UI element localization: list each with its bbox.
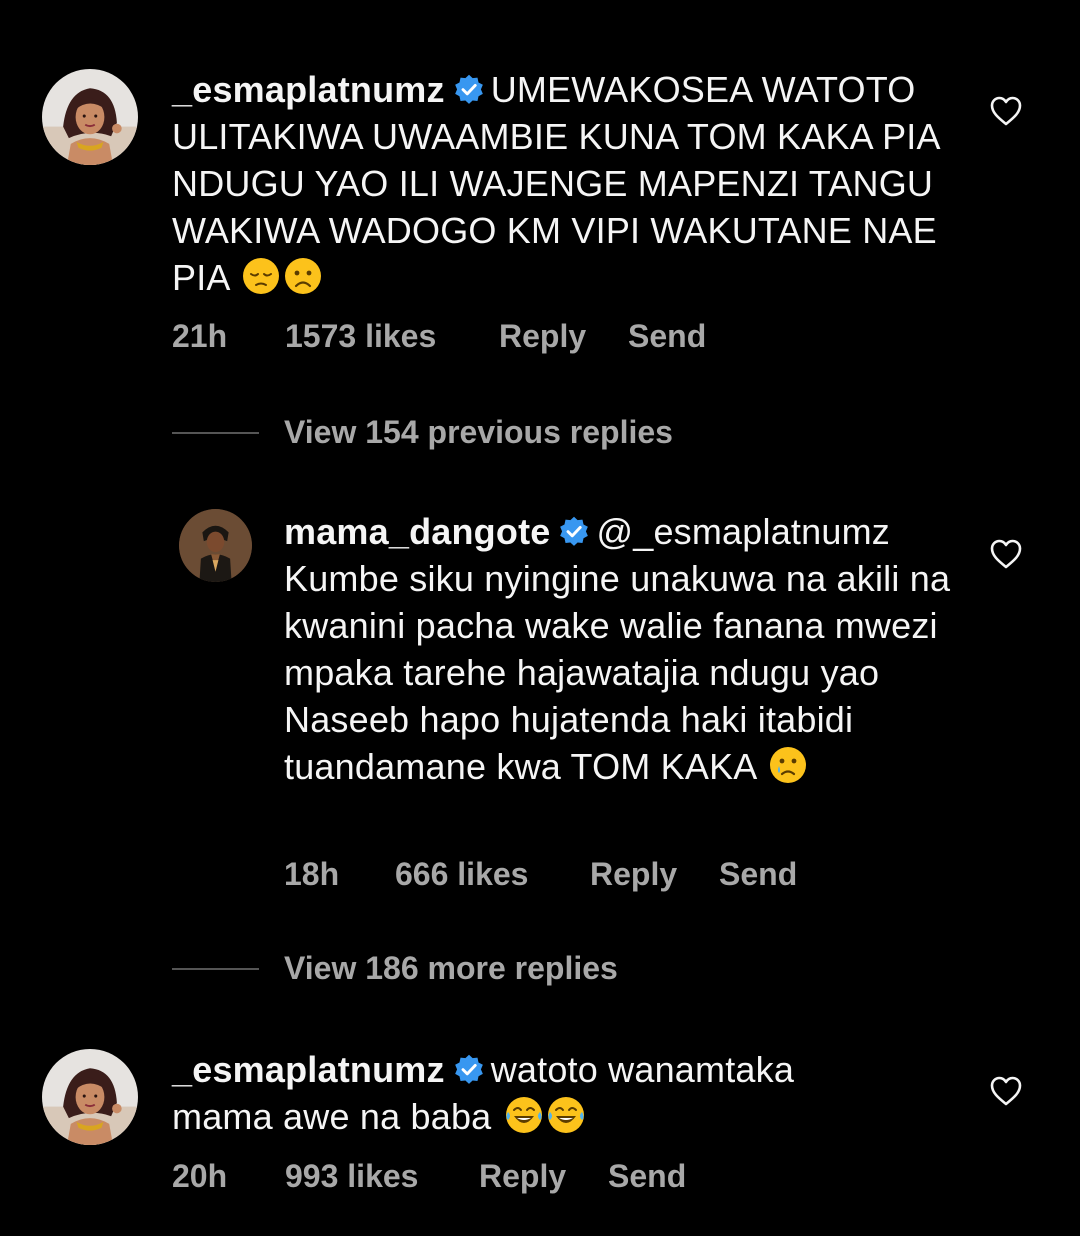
- avatar[interactable]: [179, 509, 252, 582]
- comment-meta: 21h 1573 likes Reply Send: [172, 318, 772, 358]
- comment-text: Kumbe siku nyingine unakuwa na akili na …: [284, 558, 951, 787]
- send-button[interactable]: Send: [628, 318, 706, 355]
- likes-count[interactable]: 1573 likes: [285, 318, 436, 355]
- divider-line: [172, 432, 259, 434]
- divider-line: [172, 968, 259, 970]
- like-heart-icon[interactable]: [989, 538, 1023, 570]
- comment-meta: 18h 666 likes Reply Send: [284, 856, 884, 896]
- username[interactable]: _esmaplatnumz: [172, 1049, 445, 1090]
- frowning-face-icon: [283, 256, 323, 296]
- profile-photo-icon: [42, 1049, 138, 1145]
- pensive-face-icon: [241, 256, 281, 296]
- like-heart-icon[interactable]: [989, 1075, 1023, 1107]
- tears-of-joy-icon: [546, 1095, 586, 1135]
- like-heart-icon[interactable]: [989, 95, 1023, 127]
- send-button[interactable]: Send: [608, 1158, 686, 1195]
- likes-count[interactable]: 993 likes: [285, 1158, 418, 1195]
- comment-text-block: _esmaplatnumz UMEWAKOSEA WATOTO ULITAKIWA…: [172, 66, 952, 301]
- comment-esmaplatnumz-1: _esmaplatnumz UMEWAKOSEA WATOTO ULITAKIWA…: [0, 0, 1080, 370]
- view-more-replies-button[interactable]: View 186 more replies: [172, 950, 772, 990]
- avatar[interactable]: [42, 69, 138, 165]
- verified-badge-icon: [453, 1054, 485, 1086]
- view-previous-replies-button[interactable]: View 154 previous replies: [172, 414, 772, 454]
- comment-text-block: _esmaplatnumz watoto wanamtaka mama awe n…: [172, 1046, 892, 1140]
- profile-photo-icon: [179, 509, 252, 582]
- comment-time: 20h: [172, 1158, 228, 1194]
- avatar[interactable]: [42, 1049, 138, 1145]
- tears-of-joy-icon: [504, 1095, 544, 1135]
- mention-link[interactable]: @_esmaplatnumz: [596, 511, 889, 552]
- crying-face-icon: [768, 745, 808, 785]
- verified-badge-icon: [453, 74, 485, 106]
- verified-badge-icon: [558, 516, 590, 548]
- comment-esmaplatnumz-2: _esmaplatnumz watoto wanamtaka mama awe n…: [0, 1030, 1080, 1230]
- reply-button[interactable]: Reply: [479, 1158, 566, 1195]
- username[interactable]: _esmaplatnumz: [172, 69, 445, 110]
- send-button[interactable]: Send: [719, 856, 797, 893]
- username[interactable]: mama_dangote: [284, 511, 550, 552]
- comment-time: 21h: [172, 318, 228, 354]
- reply-button[interactable]: Reply: [590, 856, 677, 893]
- comment-time: 18h: [284, 856, 340, 892]
- profile-photo-icon: [42, 69, 138, 165]
- reply-button[interactable]: Reply: [499, 318, 586, 355]
- view-more-replies-label: View 186 more replies: [284, 950, 618, 986]
- view-previous-replies-label: View 154 previous replies: [284, 414, 673, 450]
- likes-count[interactable]: 666 likes: [395, 856, 528, 893]
- comment-text-block: mama_dangote @_esmaplatnumz Kumbe siku ny…: [284, 508, 954, 790]
- reply-mama-dangote: mama_dangote @_esmaplatnumz Kumbe siku ny…: [0, 490, 1080, 910]
- comment-meta: 20h 993 likes Reply Send: [172, 1158, 772, 1198]
